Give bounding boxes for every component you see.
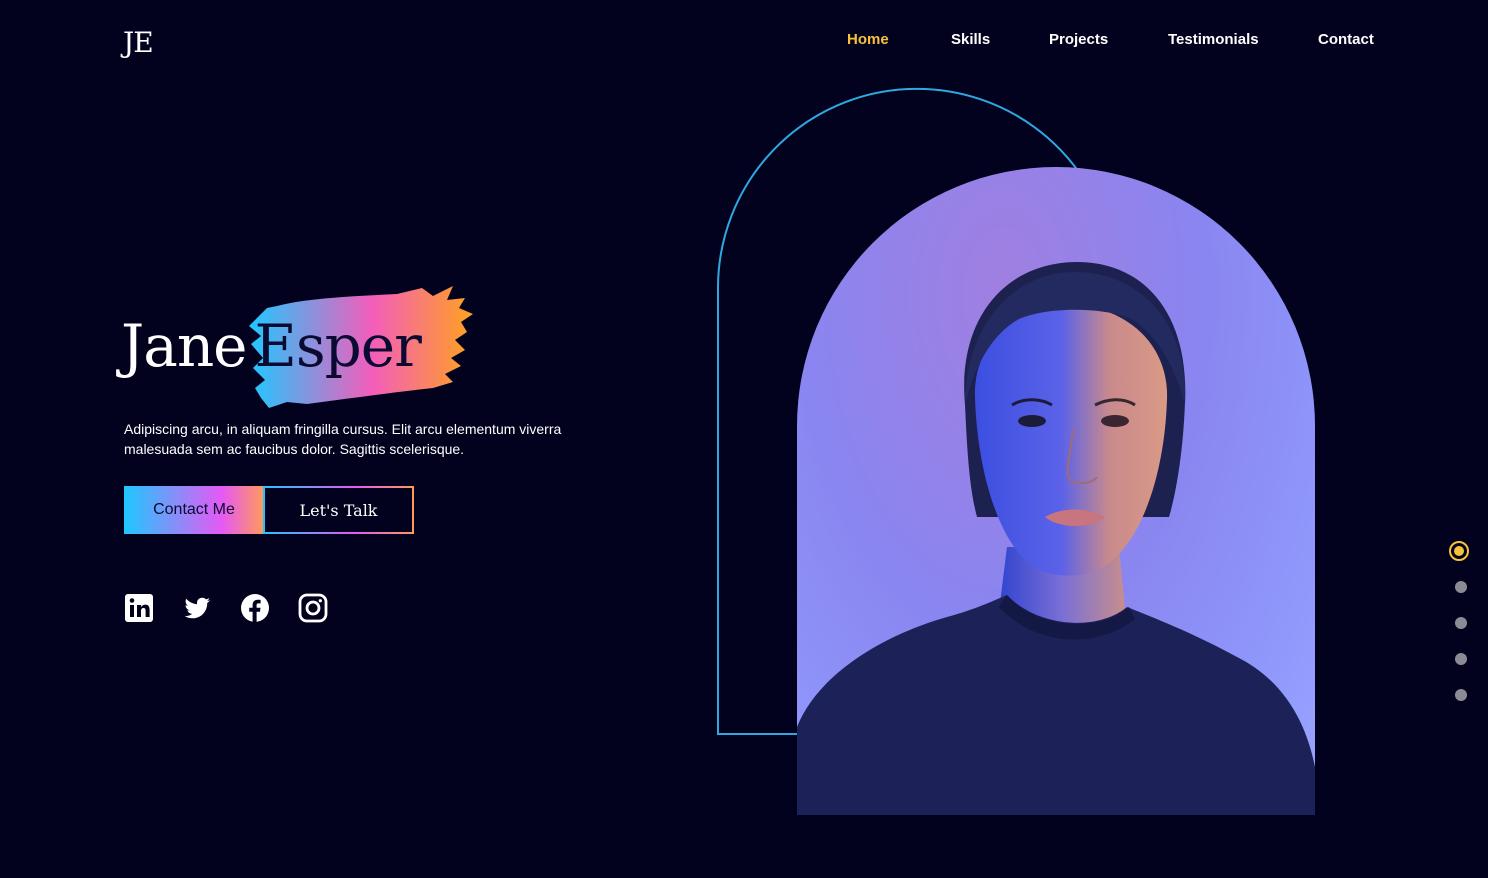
portrait-photo <box>797 167 1315 815</box>
lets-talk-label: Let's Talk <box>265 488 412 532</box>
section-dot-2[interactable] <box>1455 581 1467 593</box>
instagram-icon[interactable] <box>298 593 328 623</box>
portfolio-page: JE Home Skills Projects Testimonials Con… <box>0 0 1488 878</box>
nav-home[interactable]: Home <box>847 31 889 48</box>
lets-talk-button[interactable]: Let's Talk <box>263 486 414 534</box>
nav-skills[interactable]: Skills <box>951 31 990 48</box>
nav-testimonials[interactable]: Testimonials <box>1168 31 1259 48</box>
section-dot-5[interactable] <box>1455 689 1467 701</box>
main-nav: Home Skills Projects Testimonials Contac… <box>0 31 1488 55</box>
hero-description: Adipiscing arcu, in aliquam fringilla cu… <box>124 421 562 457</box>
contact-me-button[interactable]: Contact Me <box>124 486 264 534</box>
facebook-icon[interactable] <box>240 593 270 623</box>
section-dot-4[interactable] <box>1455 653 1467 665</box>
last-name: Esper <box>254 312 422 380</box>
nav-contact[interactable]: Contact <box>1318 31 1374 48</box>
portrait-illustration <box>797 262 1315 815</box>
section-dot-3[interactable] <box>1455 617 1467 629</box>
twitter-icon[interactable] <box>182 593 212 623</box>
nav-projects[interactable]: Projects <box>1049 31 1108 48</box>
linkedin-icon[interactable] <box>124 593 154 623</box>
first-name: Jane <box>121 312 248 380</box>
section-pagination <box>1446 537 1476 707</box>
section-dot-1[interactable] <box>1449 541 1469 561</box>
